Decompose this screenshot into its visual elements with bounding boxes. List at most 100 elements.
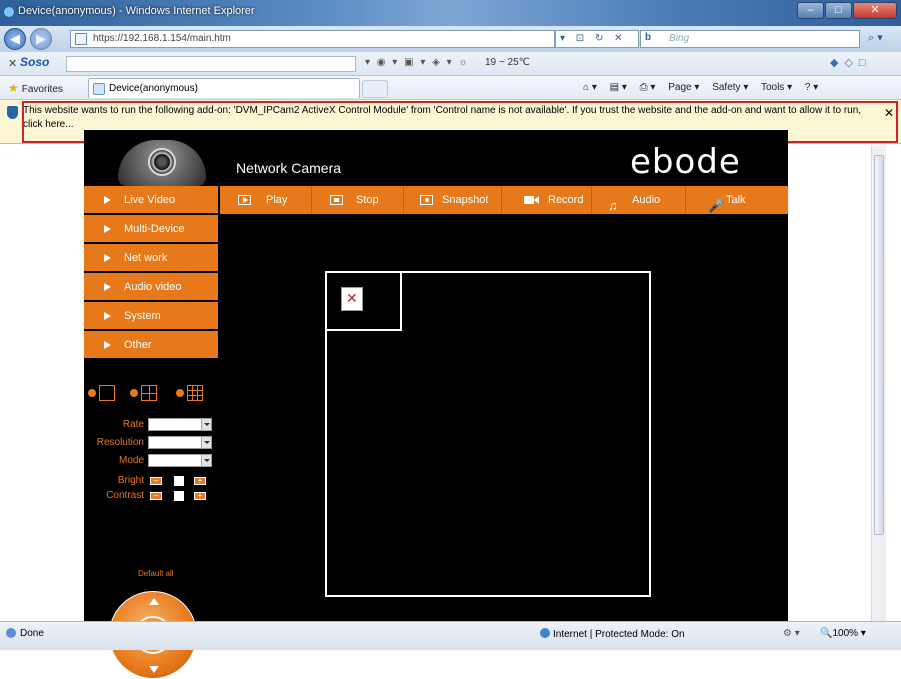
search-placeholder: Bing xyxy=(669,33,690,44)
close-window-button[interactable]: ✕ xyxy=(853,2,897,19)
bing-icon: b xyxy=(645,32,652,43)
ptz-down-arrow-icon[interactable] xyxy=(149,666,159,673)
maximize-button[interactable]: □ xyxy=(825,2,852,19)
talk-button[interactable]: 🎤 Talk xyxy=(686,186,788,214)
arrow-right-icon xyxy=(104,312,111,320)
address-bar[interactable]: https://192.168.1.154/main.htm xyxy=(70,30,555,48)
status-bar: Done Internet | Protected Mode: On ⚙ ▾ 🔍… xyxy=(0,621,901,650)
activex-placeholder[interactable] xyxy=(327,273,402,331)
minimize-button[interactable]: – xyxy=(797,2,824,19)
security-zone[interactable]: Internet | Protected Mode: On xyxy=(540,628,685,640)
play-icon xyxy=(238,195,251,205)
shield-icon xyxy=(7,106,18,119)
search-box[interactable]: b Bing xyxy=(640,30,860,48)
brand-logo: ebode xyxy=(630,142,741,182)
video-viewport xyxy=(220,214,788,621)
url-text: https://192.168.1.154/main.htm xyxy=(93,33,231,44)
print-icon[interactable]: ⎙ ▾ xyxy=(640,82,656,93)
chevron-down-icon xyxy=(201,437,211,448)
single-view-icon xyxy=(99,385,115,401)
contrast-decrease-button[interactable]: – xyxy=(150,492,162,500)
address-bar-row: ◀ ▶ https://192.168.1.154/main.htm ▾ ⊡ ↻… xyxy=(0,26,901,52)
camera-app: Network Camera ebode Live Video Multi-De… xyxy=(84,130,788,679)
bright-label: Bright xyxy=(117,475,144,486)
menu-live-video[interactable]: Live Video xyxy=(84,186,218,214)
status-done: Done xyxy=(20,628,44,639)
video-camera-icon xyxy=(524,195,540,205)
toolbar-icons[interactable]: ▾ ◉ ▾ ▣ ▾ ◈ ▾ ☼ xyxy=(365,57,470,68)
search-icon[interactable]: ⌕ ▾ xyxy=(868,31,883,45)
chevron-down-icon xyxy=(201,455,211,466)
play-button[interactable]: Play xyxy=(220,186,312,214)
menu-audio-video[interactable]: Audio video xyxy=(84,273,218,301)
toolbar-right-icons[interactable]: ◆◇□ xyxy=(830,56,872,69)
favorites-bar: ★ Favorites Device(anonymous) ⌂ ▾ ▤ ▾ ⎙ ▾… xyxy=(0,76,901,100)
forward-button[interactable]: ▶ xyxy=(30,28,52,50)
broken-plugin-icon xyxy=(341,287,363,311)
mode-label: Mode xyxy=(118,455,144,466)
home-icon[interactable]: ⌂ ▾ xyxy=(583,82,597,93)
feeds-icon[interactable]: ▤ ▾ xyxy=(610,82,627,93)
nine-view-icon xyxy=(187,385,203,401)
help-icon[interactable]: ? ▾ xyxy=(805,82,818,93)
command-bar: ⌂ ▾ ▤ ▾ ⎙ ▾ Page ▾ Safety ▾ Tools ▾ ? ▾ xyxy=(583,82,828,93)
tab-icon xyxy=(93,83,105,95)
view-layout-selector xyxy=(88,385,216,403)
scrollbar-thumb[interactable] xyxy=(874,155,884,535)
menu-other[interactable]: Other xyxy=(84,331,218,359)
arrow-right-icon xyxy=(104,254,111,262)
weather-text: 19 ~ 25℃ xyxy=(485,57,530,68)
addon-warning-message[interactable]: This website wants to run the following … xyxy=(23,104,873,132)
back-button[interactable]: ◀ xyxy=(4,28,26,50)
protected-mode-icons[interactable]: ⚙ ▾ xyxy=(783,628,800,639)
stop-icon xyxy=(330,195,343,205)
rate-label: Rate xyxy=(122,419,144,430)
quad-view-icon xyxy=(141,385,157,401)
arrow-right-icon xyxy=(104,196,111,204)
contrast-value xyxy=(174,491,184,501)
arrow-right-icon xyxy=(104,341,111,349)
camera-icon xyxy=(420,195,433,205)
ptz-up-arrow-icon[interactable] xyxy=(149,598,159,605)
soso-search-input[interactable] xyxy=(66,56,356,72)
bright-decrease-button[interactable]: – xyxy=(150,477,162,485)
mode-select[interactable] xyxy=(148,454,212,467)
page-menu[interactable]: Page ▾ xyxy=(668,82,699,93)
close-infobar-icon[interactable]: ✕ xyxy=(884,106,894,120)
new-tab-button[interactable] xyxy=(362,80,388,98)
stop-button[interactable]: Stop xyxy=(312,186,404,214)
arrow-right-icon xyxy=(104,283,111,291)
star-icon: ★ xyxy=(8,81,19,95)
default-all-link[interactable]: Default all xyxy=(138,569,174,578)
bright-increase-button[interactable]: + xyxy=(194,477,206,485)
right-gutter xyxy=(886,145,901,621)
tools-menu[interactable]: Tools ▾ xyxy=(761,82,792,93)
soso-logo: Soso xyxy=(20,55,50,69)
arrow-right-icon xyxy=(104,225,111,233)
zoom-level[interactable]: 🔍100% ▾ xyxy=(820,628,866,639)
favorites-button[interactable]: ★ Favorites xyxy=(8,81,63,95)
contrast-increase-button[interactable]: + xyxy=(194,492,206,500)
close-toolbar-icon[interactable]: ✕ xyxy=(8,57,17,70)
page-status-icon xyxy=(6,628,16,638)
address-tools[interactable]: ▾ ⊡ ↻ ✕ xyxy=(555,30,639,48)
menu-network[interactable]: Net work xyxy=(84,244,218,272)
snapshot-button[interactable]: Snapshot xyxy=(404,186,502,214)
resolution-label: Resolution xyxy=(96,437,144,448)
menu-system[interactable]: System xyxy=(84,302,218,330)
resolution-select[interactable] xyxy=(148,436,212,449)
vertical-scrollbar[interactable] xyxy=(871,145,886,621)
camera-header: Network Camera ebode xyxy=(84,130,788,186)
rate-select[interactable] xyxy=(148,418,212,431)
browser-tab[interactable]: Device(anonymous) xyxy=(88,78,360,98)
video-frame[interactable] xyxy=(325,271,651,597)
chevron-down-icon xyxy=(201,419,211,430)
contrast-label: Contrast xyxy=(106,490,144,501)
window-title-bar: Device(anonymous) - Windows Internet Exp… xyxy=(0,0,901,26)
ie-icon xyxy=(3,6,15,18)
audio-button[interactable]: ♫ Audio xyxy=(592,186,686,214)
record-button[interactable]: Record xyxy=(502,186,592,214)
safety-menu[interactable]: Safety ▾ xyxy=(712,82,748,93)
camera-logo-icon xyxy=(118,140,206,186)
menu-multi-device[interactable]: Multi-Device xyxy=(84,215,218,243)
